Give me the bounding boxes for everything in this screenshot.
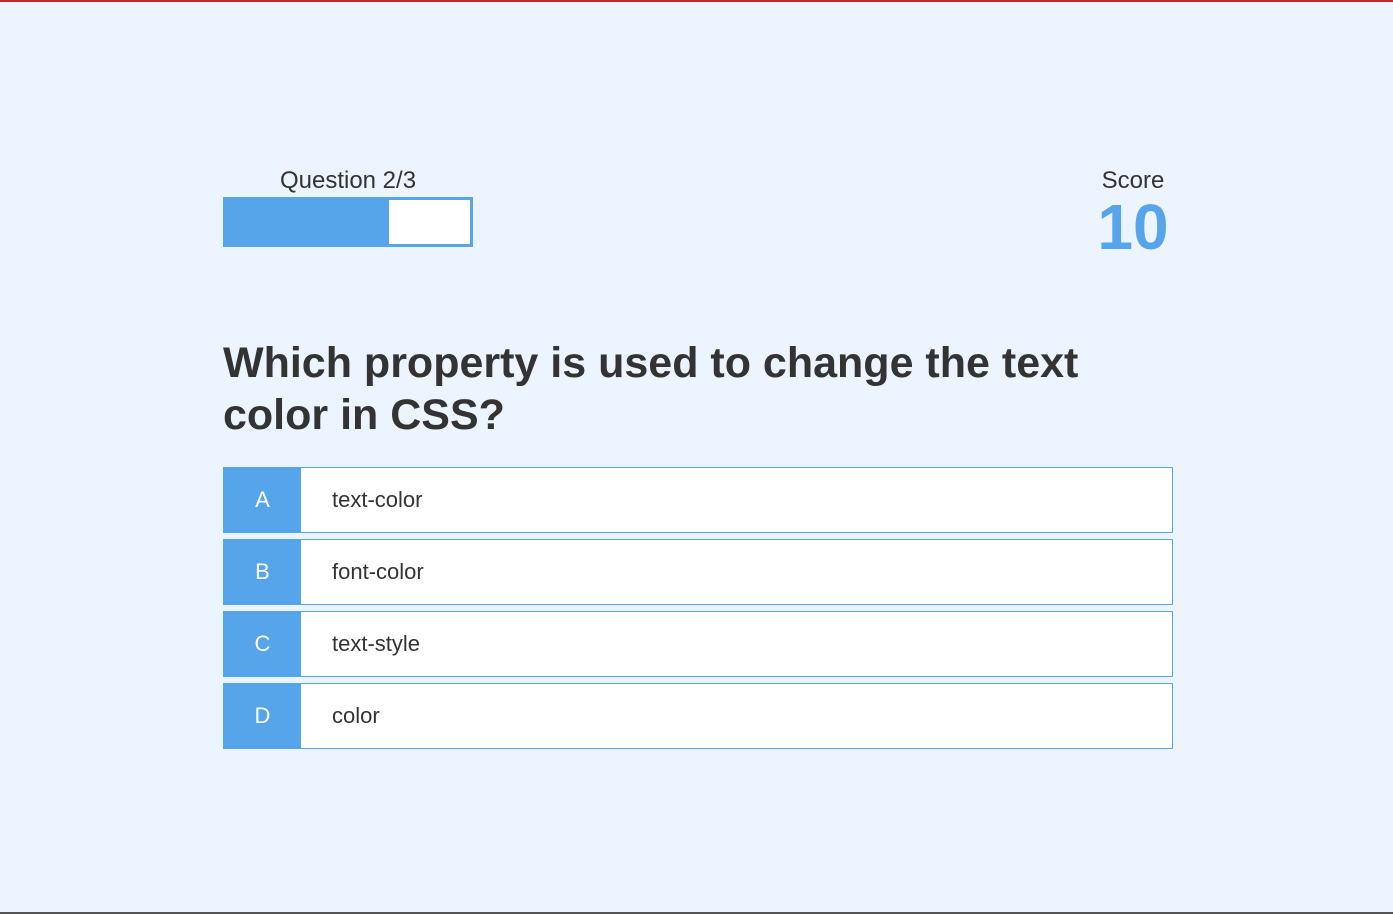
choice-prefix: D bbox=[224, 684, 301, 748]
choice-a[interactable]: A text-color bbox=[223, 467, 1173, 533]
score-section: Score 10 bbox=[1093, 167, 1173, 259]
progress-section: Question 2/3 bbox=[223, 167, 473, 247]
choice-text: font-color bbox=[332, 559, 424, 584]
choice-c[interactable]: C text-style bbox=[223, 611, 1173, 677]
choice-text: text-color bbox=[332, 487, 423, 512]
progress-bar bbox=[223, 197, 473, 247]
choice-d[interactable]: D color bbox=[223, 683, 1173, 749]
choice-text: text-style bbox=[332, 631, 421, 656]
quiz-container: Question 2/3 Score 10 Which property is … bbox=[223, 167, 1173, 755]
choice-prefix: B bbox=[224, 540, 301, 604]
choice-prefix: A bbox=[224, 468, 301, 532]
progress-bar-fill bbox=[226, 200, 389, 244]
progress-text: Question 2/3 bbox=[279, 167, 417, 194]
score-value: 10 bbox=[1097, 191, 1169, 263]
choice-text: color bbox=[332, 703, 380, 728]
choice-b[interactable]: B font-color bbox=[223, 539, 1173, 605]
hud: Question 2/3 Score 10 bbox=[223, 167, 1173, 277]
choice-prefix: C bbox=[224, 612, 301, 676]
question-text: Which property is used to change the tex… bbox=[223, 339, 1079, 439]
